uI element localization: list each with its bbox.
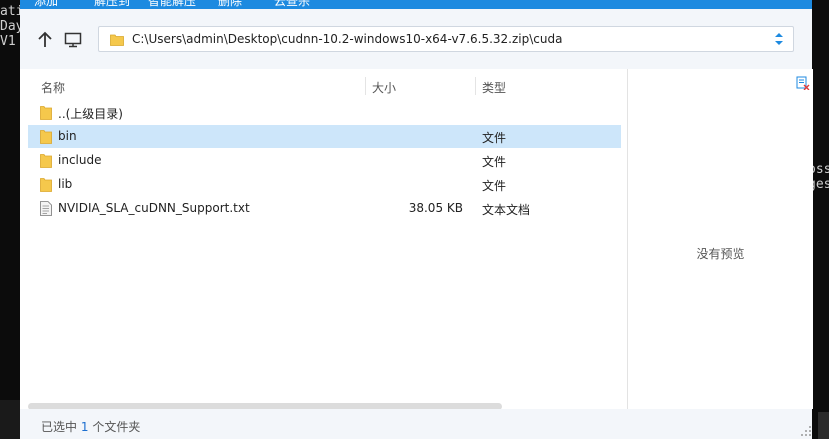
list-item-bin[interactable]: bin 文件 <box>28 125 621 148</box>
status-bar: 已选中 1 个文件夹 <box>20 409 812 439</box>
address-bar: C:\Users\admin\Desktop\cudnn-10.2-window… <box>20 9 812 69</box>
selection-count: 1 <box>80 420 89 434</box>
file-name: lib <box>58 177 73 191</box>
resize-grip-icon[interactable] <box>800 425 812 437</box>
folder-icon <box>40 154 52 168</box>
terminal-bottom-strip <box>0 400 20 439</box>
path-text: C:\Users\admin\Desktop\cudnn-10.2-window… <box>132 32 563 46</box>
list-item-text-file[interactable]: NVIDIA_SLA_cuDNN_Support.txt 38.05 KB 文本… <box>28 197 621 220</box>
archive-window: 添加 解压到 智能解压 删除 云查杀 C:\Users\admin\Deskto… <box>20 0 813 439</box>
file-name: NVIDIA_SLA_cuDNN_Support.txt <box>58 201 250 215</box>
column-header-size[interactable]: 大小 <box>372 79 396 96</box>
folder-icon <box>40 178 52 192</box>
folder-icon <box>110 34 124 46</box>
preview-pane: 没有预览 <box>627 69 813 409</box>
file-list: 名称 大小 类型 ..(上级目录) bin 文件 include 文件 lib … <box>20 69 627 409</box>
add-button[interactable]: 添加 <box>34 0 58 8</box>
path-dropdown-icon[interactable] <box>775 32 783 46</box>
computer-icon[interactable] <box>64 32 82 48</box>
close-preview-icon[interactable] <box>796 76 810 90</box>
column-divider[interactable] <box>475 77 476 95</box>
folder-icon <box>40 130 52 144</box>
terminal-background-right <box>812 0 829 439</box>
path-field[interactable]: C:\Users\admin\Desktop\cudnn-10.2-window… <box>98 26 794 52</box>
folder-icon <box>40 106 52 120</box>
no-preview-text: 没有预览 <box>696 247 745 261</box>
list-item-lib[interactable]: lib 文件 <box>28 173 621 196</box>
list-item-include[interactable]: include 文件 <box>28 149 621 172</box>
file-name: bin <box>58 129 77 143</box>
toolbar: 添加 解压到 智能解压 删除 云查杀 <box>20 0 812 9</box>
deep-scan-button[interactable]: 云查杀 <box>274 0 310 8</box>
delete-button[interactable]: 删除 <box>218 0 242 8</box>
extract-to-button[interactable]: 解压到 <box>94 0 130 8</box>
selection-status: 已选中 1 个文件夹 <box>41 420 141 434</box>
file-type: 文件 <box>482 131 507 145</box>
column-header-name[interactable]: 名称 <box>41 79 65 96</box>
text-file-icon <box>40 201 52 216</box>
file-name: ..(上级目录) <box>58 107 123 121</box>
file-name: include <box>58 153 102 167</box>
column-header-type[interactable]: 类型 <box>482 79 506 96</box>
terminal-scrollbar[interactable] <box>818 412 829 439</box>
smart-extract-button[interactable]: 智能解压 <box>148 0 196 8</box>
column-divider[interactable] <box>365 77 366 95</box>
up-arrow-icon[interactable] <box>36 31 54 49</box>
file-type: 文件 <box>482 155 507 169</box>
list-item-parent-directory[interactable]: ..(上级目录) <box>28 101 621 124</box>
file-type: 文件 <box>482 179 507 193</box>
file-size: 38.05 KB <box>408 201 463 215</box>
file-type: 文本文档 <box>482 203 531 217</box>
